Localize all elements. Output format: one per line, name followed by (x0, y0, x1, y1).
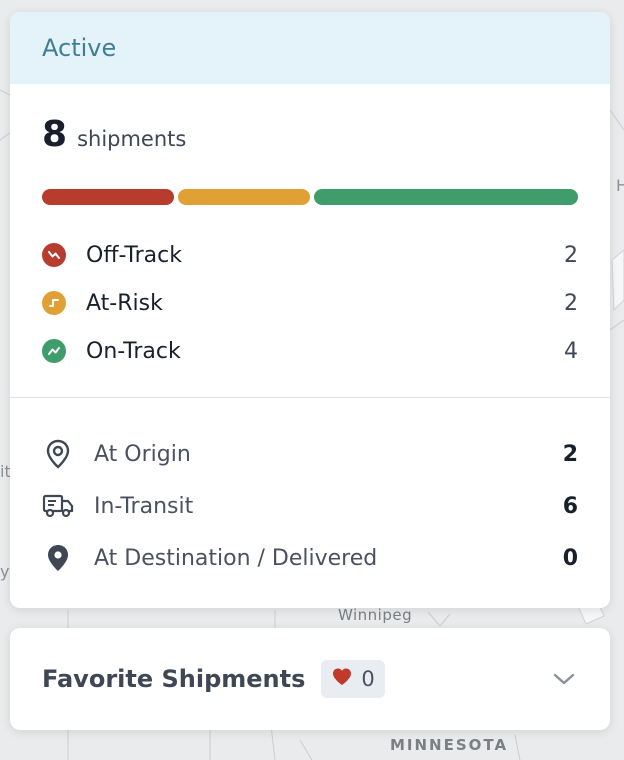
map-city-label: Winnipeg (338, 606, 413, 624)
truck-icon (42, 490, 74, 522)
heart-icon (331, 667, 353, 691)
map-edge-label: H (616, 176, 624, 195)
status-row-off-track[interactable]: Off-Track 2 (42, 231, 578, 279)
section-divider (10, 397, 610, 398)
location-label: At Destination / Delivered (94, 545, 378, 571)
at-risk-icon (42, 291, 66, 315)
card-title: Active (42, 34, 117, 62)
location-label: At Origin (94, 441, 191, 467)
status-row-on-track[interactable]: On-Track 4 (42, 327, 578, 375)
chevron-down-icon[interactable] (550, 665, 578, 693)
status-value: 4 (564, 338, 578, 364)
location-outline-icon (42, 438, 74, 470)
location-value: 6 (562, 493, 578, 519)
location-list: At Origin 2 In-Transit 6 At Destination … (10, 428, 610, 584)
location-value: 2 (562, 441, 578, 467)
location-value: 0 (562, 545, 578, 571)
on-track-segment (314, 189, 578, 205)
active-shipments-card: Active 8 shipments Off-Track 2 At-Risk 2… (10, 12, 610, 608)
status-list: Off-Track 2 At-Risk 2 On-Track 4 (42, 231, 578, 375)
card-header: Active (10, 12, 610, 84)
shipment-count-number: 8 (42, 114, 68, 155)
favorites-count-badge: 0 (321, 660, 385, 698)
location-label: In-Transit (94, 493, 194, 519)
status-progress-bar (42, 189, 578, 205)
status-row-at-risk[interactable]: At-Risk 2 (42, 279, 578, 327)
location-row-in-transit[interactable]: In-Transit 6 (42, 480, 578, 532)
shipment-summary: 8 shipments Off-Track 2 At-Risk 2 On-Tra… (10, 114, 610, 375)
location-row-at-origin[interactable]: At Origin 2 (42, 428, 578, 480)
map-edge-label: y (0, 562, 10, 581)
shipment-count-unit: shipments (77, 127, 187, 151)
on-track-icon (42, 339, 66, 363)
location-row-at-destination[interactable]: At Destination / Delivered 0 (42, 532, 578, 584)
status-value: 2 (564, 290, 578, 316)
favorite-shipments-title: Favorite Shipments (42, 665, 306, 693)
status-label: At-Risk (86, 290, 163, 316)
location-filled-icon (42, 542, 74, 574)
status-label: On-Track (86, 338, 181, 364)
favorite-shipments-card[interactable]: Favorite Shipments 0 (10, 628, 610, 730)
map-state-label: MINNESOTA (390, 736, 509, 754)
off-track-segment (42, 189, 174, 205)
shipment-count: 8 shipments (42, 114, 578, 155)
favorites-count: 0 (361, 667, 375, 691)
status-value: 2 (564, 242, 578, 268)
off-track-icon (42, 243, 66, 267)
status-label: Off-Track (86, 242, 182, 268)
at-risk-segment (178, 189, 310, 205)
